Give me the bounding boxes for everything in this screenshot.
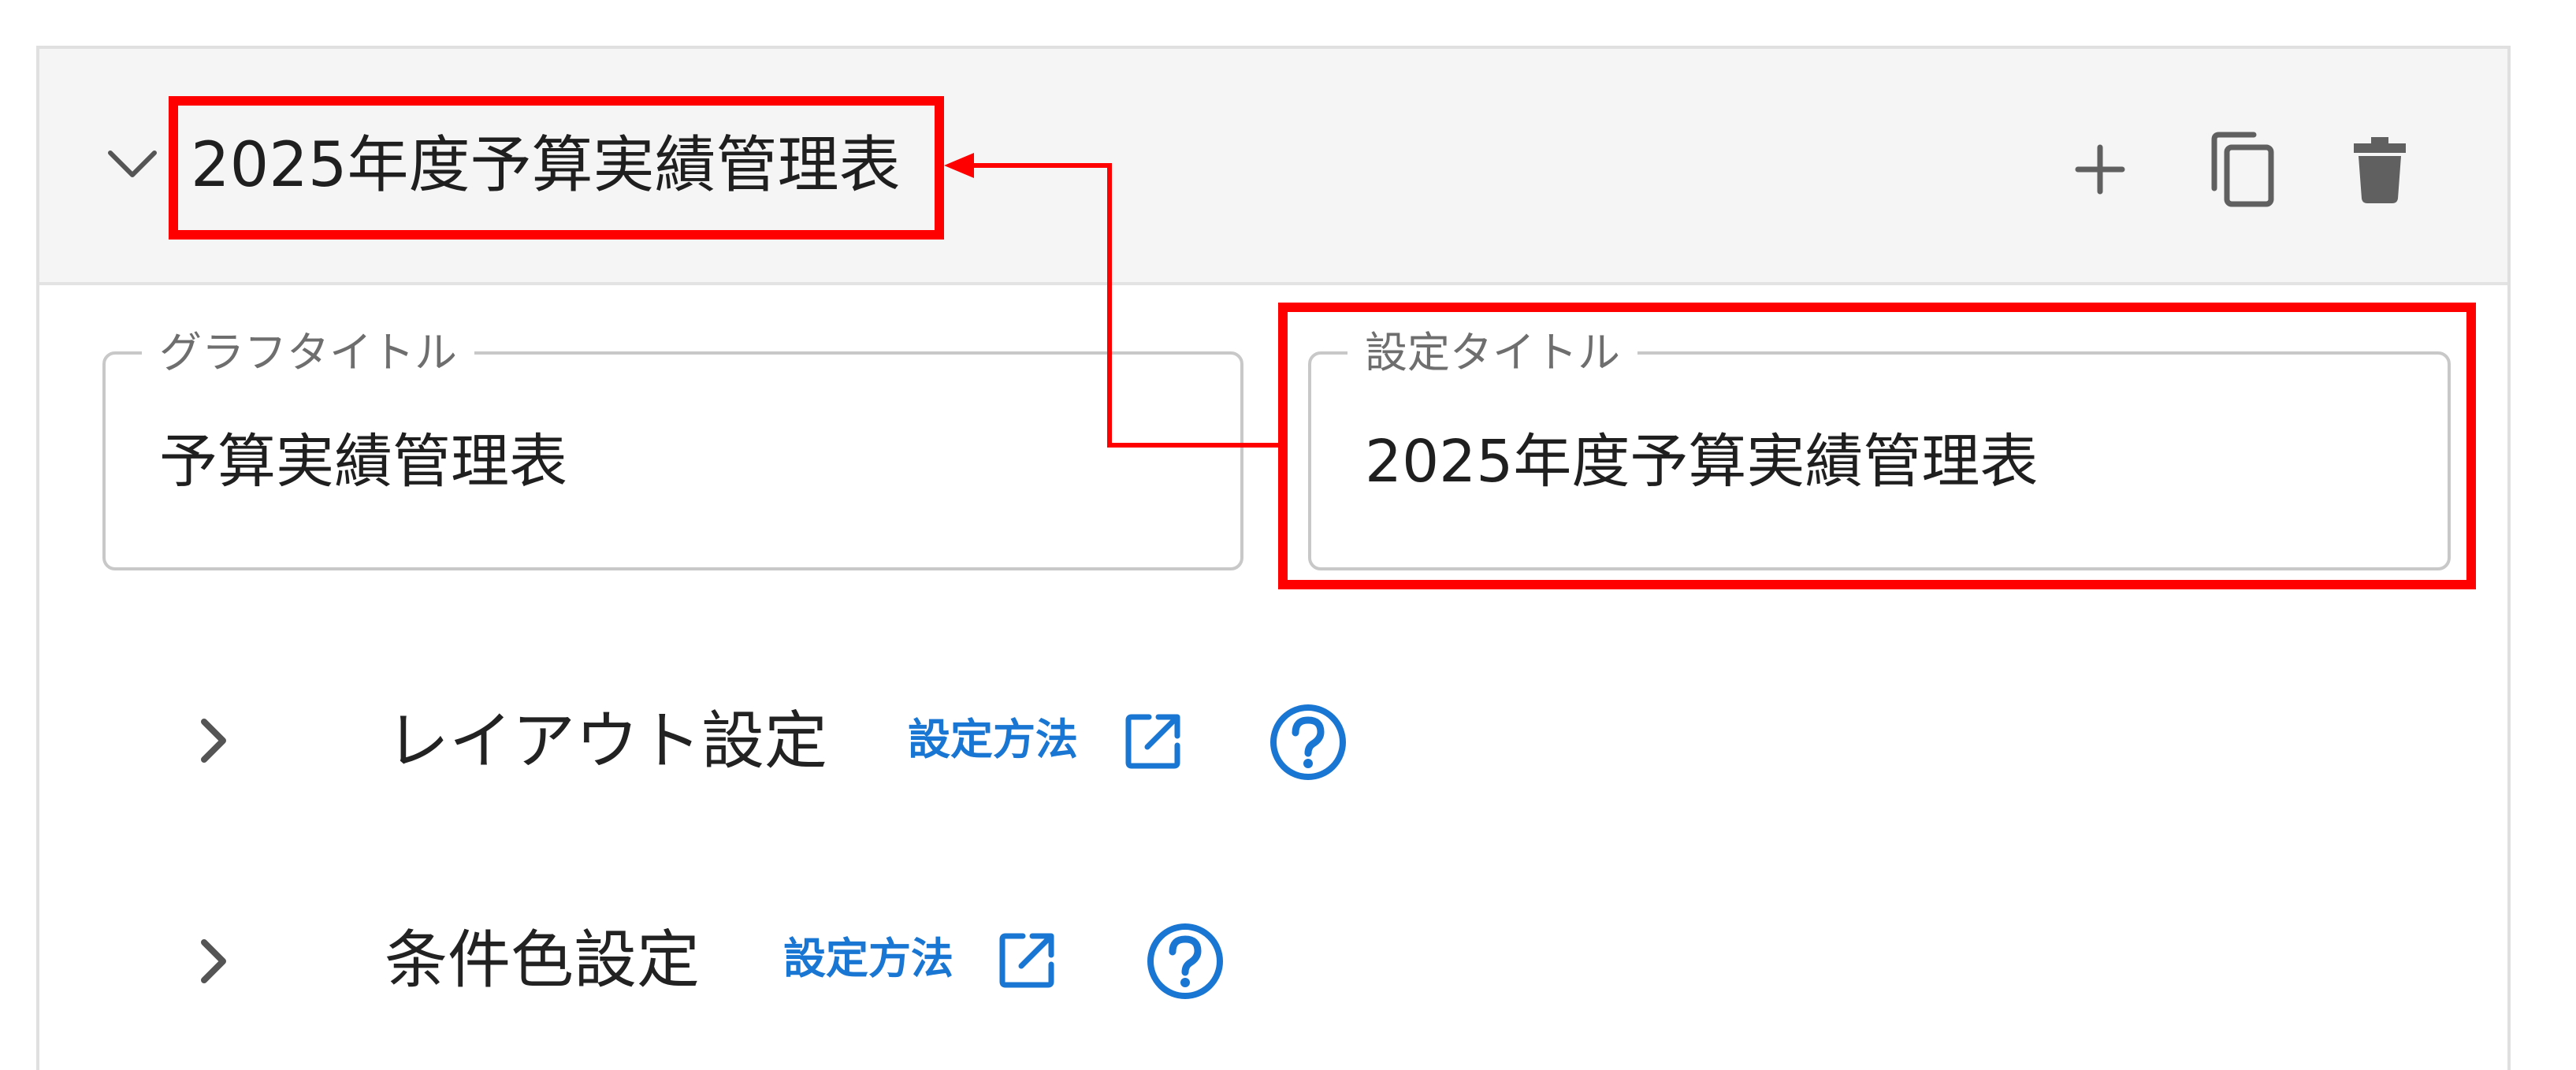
layout-settings-howto-link[interactable]: 設定方法 <box>908 712 1078 767</box>
condition-color-settings-label[interactable]: 条件色設定 <box>385 917 700 1004</box>
annotation-arrow <box>944 153 1278 448</box>
external-link-icon[interactable] <box>1122 709 1185 772</box>
help-circle-icon[interactable] <box>1144 920 1226 1002</box>
expand-condition-color-chevron-right-icon[interactable] <box>186 930 241 993</box>
layout-settings-label[interactable]: レイアウト設定 <box>386 698 827 785</box>
external-link-icon[interactable] <box>996 928 1059 991</box>
expand-layout-chevron-right-icon[interactable] <box>186 709 241 772</box>
help-circle-icon[interactable] <box>1267 701 1349 783</box>
condition-color-howto-link[interactable]: 設定方法 <box>783 931 953 986</box>
